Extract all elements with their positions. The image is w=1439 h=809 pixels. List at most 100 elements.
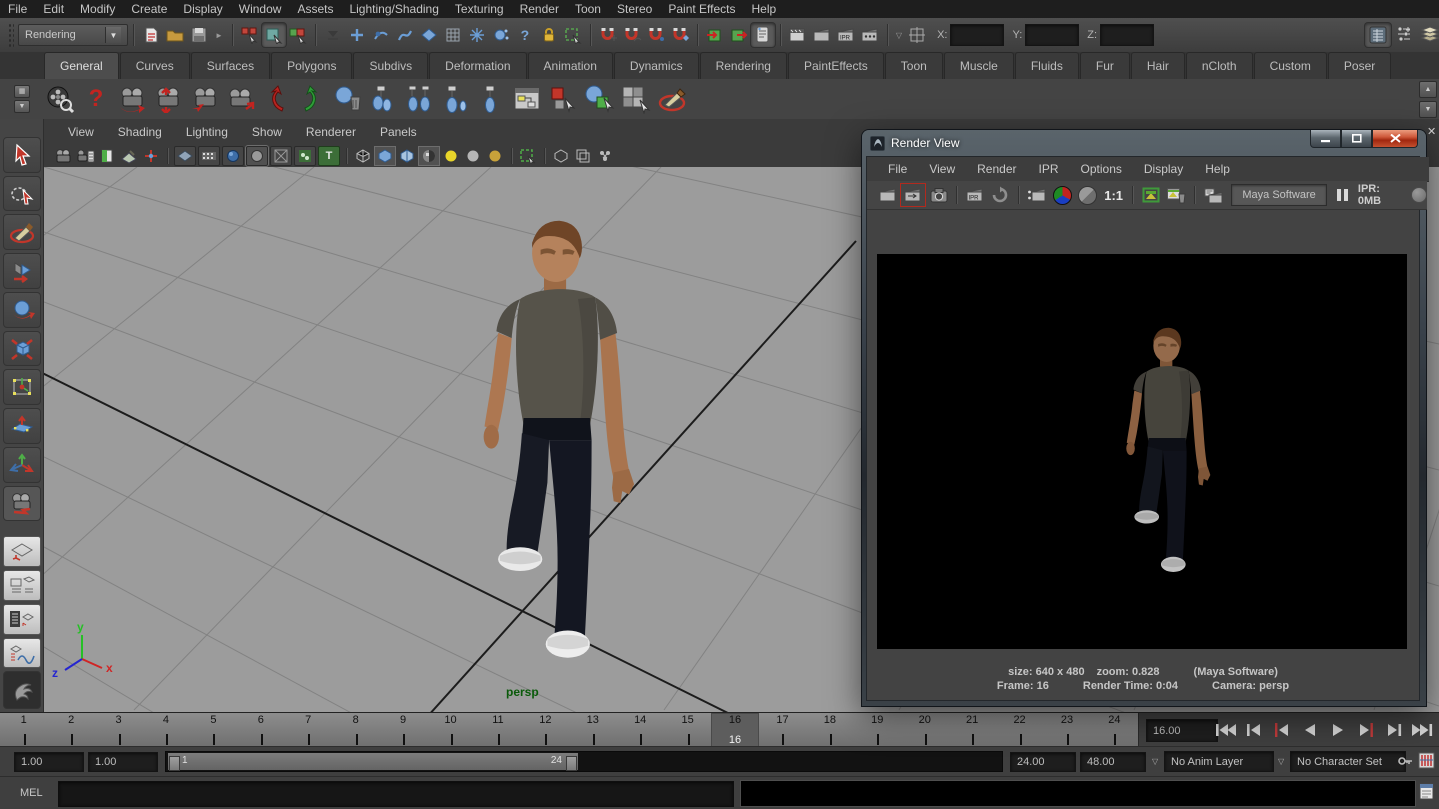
input-connections-icon[interactable] [703, 23, 727, 47]
shelf-tab[interactable]: Subdivs [353, 52, 428, 79]
timeline-frame[interactable]: 9 9 [379, 713, 426, 747]
snap-point-magnet-icon[interactable] [644, 23, 668, 47]
panel-menu-item[interactable]: Renderer [294, 125, 368, 139]
timeline-frame[interactable]: 14 14 [616, 713, 663, 747]
panel-menu-item[interactable]: View [56, 125, 106, 139]
keep-image-button[interactable] [1139, 184, 1162, 206]
timeline-frame[interactable]: 15 15 [664, 713, 711, 747]
timeline-frame[interactable]: 8 8 [332, 713, 379, 747]
question-mark-icon[interactable]: ? [79, 82, 113, 116]
shelf-tab[interactable]: Custom [1254, 52, 1327, 79]
renderer-dropdown[interactable]: Maya Software [1231, 184, 1327, 206]
lock-icon[interactable] [537, 23, 561, 47]
grease-pencil-icon[interactable] [174, 146, 196, 166]
render-current-frame-icon[interactable] [810, 23, 834, 47]
safe-title-icon[interactable]: T [318, 146, 340, 166]
panel-menu-item[interactable]: Lighting [174, 125, 240, 139]
layout-single-pane-button[interactable] [3, 536, 41, 567]
output-connections-icon[interactable] [727, 23, 751, 47]
snap-mode-arrow-icon[interactable] [321, 23, 345, 47]
render-view-menu-item[interactable]: File [877, 162, 918, 176]
shelf-tab[interactable]: nCloth [1186, 52, 1253, 79]
snap-viewplane-magnet-icon[interactable] [668, 23, 692, 47]
collapse-arrow-icon[interactable]: ► [215, 31, 223, 40]
move-tool[interactable] [3, 253, 41, 289]
attribute-editor-button[interactable] [1417, 23, 1439, 47]
pause-ipr-icon[interactable] [1337, 189, 1348, 201]
last-tool-used[interactable] [3, 486, 41, 522]
sel-mask-rendering-icon[interactable] [489, 23, 513, 47]
undo-arrow-icon[interactable] [259, 82, 293, 116]
range-slider-bar[interactable]: 1 24 [168, 753, 578, 770]
new-scene-icon[interactable] [139, 23, 163, 47]
menu-item[interactable]: Lighting/Shading [341, 1, 446, 17]
timeline-frame[interactable]: 24 24 [1091, 713, 1138, 747]
command-language-toggle[interactable]: MEL [20, 787, 43, 799]
update-shading-region-button[interactable] [1025, 184, 1048, 206]
no-lights-icon[interactable] [463, 147, 483, 165]
menu-item[interactable]: Help [744, 1, 785, 17]
menu-set-dropdown[interactable]: Rendering ▼ [18, 24, 128, 46]
render-view-menu-item[interactable]: Help [1194, 162, 1241, 176]
shelf-tab[interactable]: Surfaces [191, 52, 270, 79]
menu-item[interactable]: Toon [567, 1, 609, 17]
sel-mask-curves-icon[interactable] [393, 23, 417, 47]
film-reel-magnifier-icon[interactable] [43, 82, 77, 116]
viewport-camera-icon[interactable] [53, 147, 73, 165]
alpha-channel-icon[interactable] [1076, 184, 1099, 206]
select-object-icon[interactable] [262, 23, 286, 47]
textured-lights-icon[interactable] [485, 147, 505, 165]
timeline-frame[interactable]: 22 22 [996, 713, 1043, 747]
timeline-frame[interactable]: 5 5 [190, 713, 237, 747]
universal-manipulator-tool[interactable] [3, 369, 41, 405]
rgb-channels-icon[interactable] [1050, 184, 1073, 206]
sel-mask-deformations-icon[interactable] [441, 23, 465, 47]
go-to-end-button[interactable] [1408, 717, 1436, 743]
isolate-select-icon[interactable] [518, 147, 538, 165]
cluster-column-icon[interactable] [475, 82, 509, 116]
menu-item[interactable]: Stereo [609, 1, 660, 17]
menu-item[interactable]: Texturing [447, 1, 512, 17]
render-button[interactable] [876, 184, 899, 206]
redo-previous-render-button[interactable] [901, 184, 924, 206]
timeline-ruler[interactable]: 1 1 2 2 3 3 4 4 5 5 6 6 [0, 713, 1139, 747]
timeline-frame[interactable]: 2 2 [47, 713, 94, 747]
animation-start-field[interactable] [14, 752, 84, 772]
construction-history-icon[interactable] [751, 23, 775, 47]
camera-track-icon[interactable] [187, 82, 221, 116]
character-set-dropdown[interactable]: No Character Set [1290, 751, 1406, 772]
pane-close-icon[interactable]: ✕ [1427, 125, 1436, 138]
cluster-pair-icon[interactable] [403, 82, 437, 116]
menu-item[interactable]: File [0, 1, 35, 17]
gate-mask-icon[interactable] [246, 146, 268, 166]
exposure-icon[interactable] [595, 147, 615, 165]
status-line-grip[interactable] [8, 23, 14, 47]
paint-selection-tool[interactable] [3, 214, 41, 250]
cluster-single-icon[interactable] [439, 82, 473, 116]
shaded-mode-icon[interactable] [375, 147, 395, 165]
ipr-render-button[interactable]: IPR [963, 184, 986, 206]
show-manipulator-tool[interactable] [3, 447, 41, 483]
scale-tool[interactable] [3, 331, 41, 367]
maximize-button[interactable] [1341, 130, 1372, 148]
timeline-frame[interactable]: 7 7 [285, 713, 332, 747]
step-forward-key-button[interactable] [1352, 717, 1380, 743]
character-set-arrow-icon[interactable]: ▽ [1278, 757, 1284, 766]
minimize-button[interactable] [1310, 130, 1341, 148]
shelf-tab[interactable]: Curves [120, 52, 190, 79]
render-view-menu-item[interactable]: Display [1133, 162, 1194, 176]
layout-outliner-pane-button[interactable] [3, 604, 41, 635]
shelf-tab[interactable]: PaintEffects [788, 52, 884, 79]
timeline-frame[interactable]: 19 19 [854, 713, 901, 747]
shelf-tab[interactable]: Animation [528, 52, 613, 79]
panel-menu-item[interactable]: Shading [106, 125, 174, 139]
panel-menu-item[interactable]: Panels [368, 125, 429, 139]
step-back-frame-button[interactable] [1240, 717, 1268, 743]
current-time-field[interactable] [1146, 719, 1218, 742]
camera-orbit-icon[interactable] [115, 82, 149, 116]
shelf-tab[interactable]: General [44, 52, 119, 79]
x-coordinate-input[interactable] [950, 24, 1004, 46]
shelf-scroll-up-icon[interactable]: ▲ [1419, 81, 1437, 98]
playback-end-field[interactable] [1010, 752, 1076, 772]
play-forwards-button[interactable] [1324, 717, 1352, 743]
